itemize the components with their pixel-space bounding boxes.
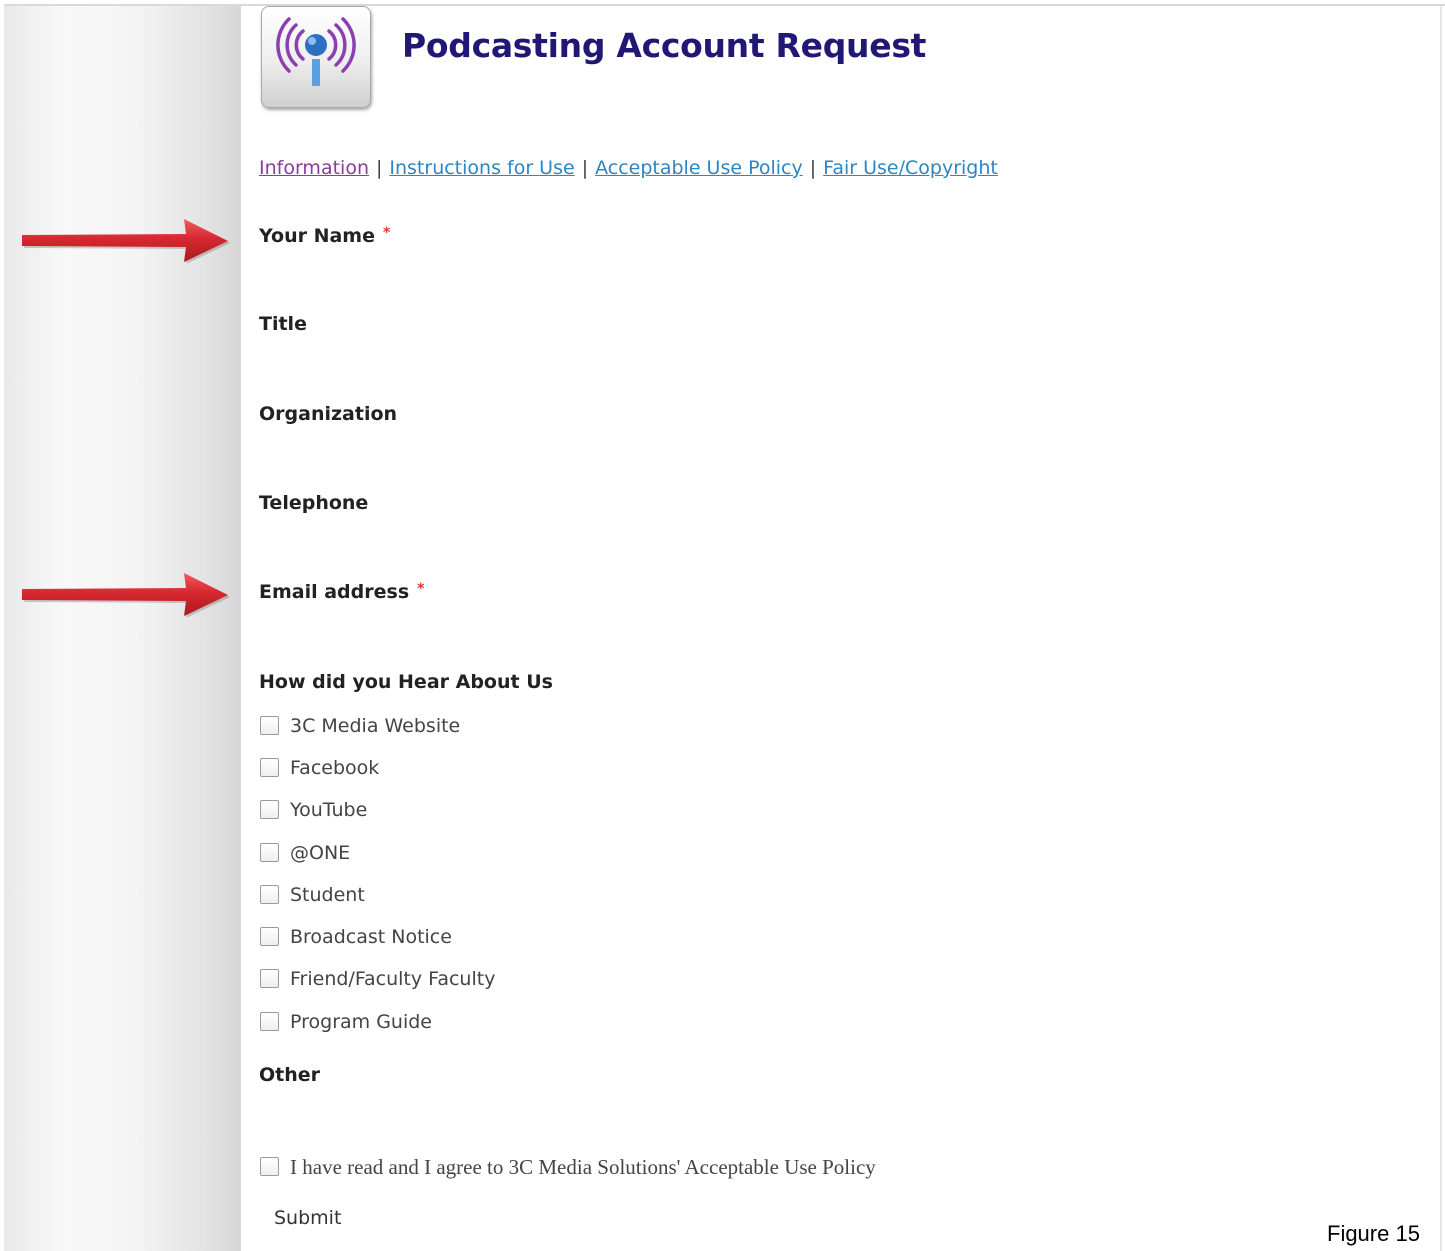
information-link[interactable]: Information (259, 157, 369, 179)
required-marker: * (417, 581, 425, 597)
checkbox-label: Friend/Faculty Faculty (290, 968, 496, 990)
left-sidebar-gutter (4, 6, 241, 1251)
email-address-label: Email address * (259, 581, 424, 603)
checkbox-label: @ONE (290, 842, 351, 864)
checkbox[interactable] (260, 716, 279, 735)
right-edge (1440, 6, 1442, 1251)
instructions-for-use-link[interactable]: Instructions for Use (389, 157, 574, 179)
figure-caption: Figure 15 (1327, 1221, 1420, 1246)
your-name-label: Your Name * (259, 225, 390, 247)
nav-separator: | (581, 157, 589, 179)
email-address-label-text: Email address (259, 581, 410, 603)
checkbox[interactable] (260, 1012, 279, 1031)
organization-label: Organization (259, 403, 398, 425)
checkbox[interactable] (260, 800, 279, 819)
checkbox[interactable] (260, 969, 279, 988)
required-marker: * (383, 225, 391, 241)
other-label: Other (259, 1064, 321, 1086)
checkbox[interactable] (260, 927, 279, 946)
checkbox-label: Program Guide (290, 1011, 432, 1033)
page: Podcasting Account Request Information | I… (0, 0, 1445, 1251)
info-links-bar: Information | Instructions for Use | Accepta… (259, 157, 998, 179)
red-arrow-right-icon (22, 219, 230, 263)
agree-checkbox[interactable] (260, 1157, 279, 1176)
checkbox-label: Student (290, 884, 365, 906)
submit-button[interactable]: Submit (274, 1207, 341, 1229)
checkbox-label: YouTube (290, 799, 368, 821)
page-title: Podcasting Account Request (402, 26, 927, 65)
checkbox-label: 3C Media Website (290, 715, 461, 737)
checkbox[interactable] (260, 758, 279, 777)
checkbox[interactable] (260, 885, 279, 904)
agree-policy-label: I have read and I agree to 3C Media Solu… (290, 1155, 876, 1179)
podcast-logo (261, 6, 371, 108)
checkbox-label: Facebook (290, 757, 380, 779)
checkbox-label: Broadcast Notice (290, 926, 452, 948)
podcast-microphone-icon (276, 17, 356, 86)
red-arrow-right-icon (22, 573, 230, 617)
nav-separator: | (375, 157, 383, 179)
your-name-label-text: Your Name (259, 225, 375, 247)
acceptable-use-policy-link[interactable]: Acceptable Use Policy (595, 157, 803, 179)
nav-separator: | (809, 157, 817, 179)
hear-about-us-heading: How did you Hear About Us (259, 671, 553, 693)
telephone-label: Telephone (259, 492, 369, 514)
checkbox[interactable] (260, 843, 279, 862)
fair-use-copyright-link[interactable]: Fair Use/Copyright (823, 157, 998, 179)
title-label: Title (259, 313, 307, 335)
